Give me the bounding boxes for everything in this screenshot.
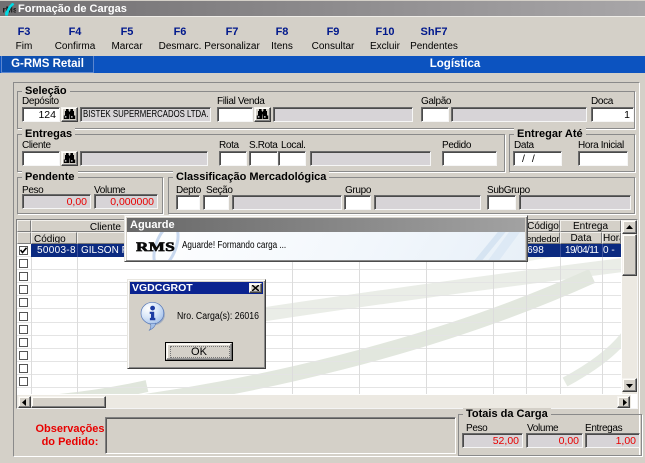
svg-text:RMS: RMS: [136, 241, 175, 254]
